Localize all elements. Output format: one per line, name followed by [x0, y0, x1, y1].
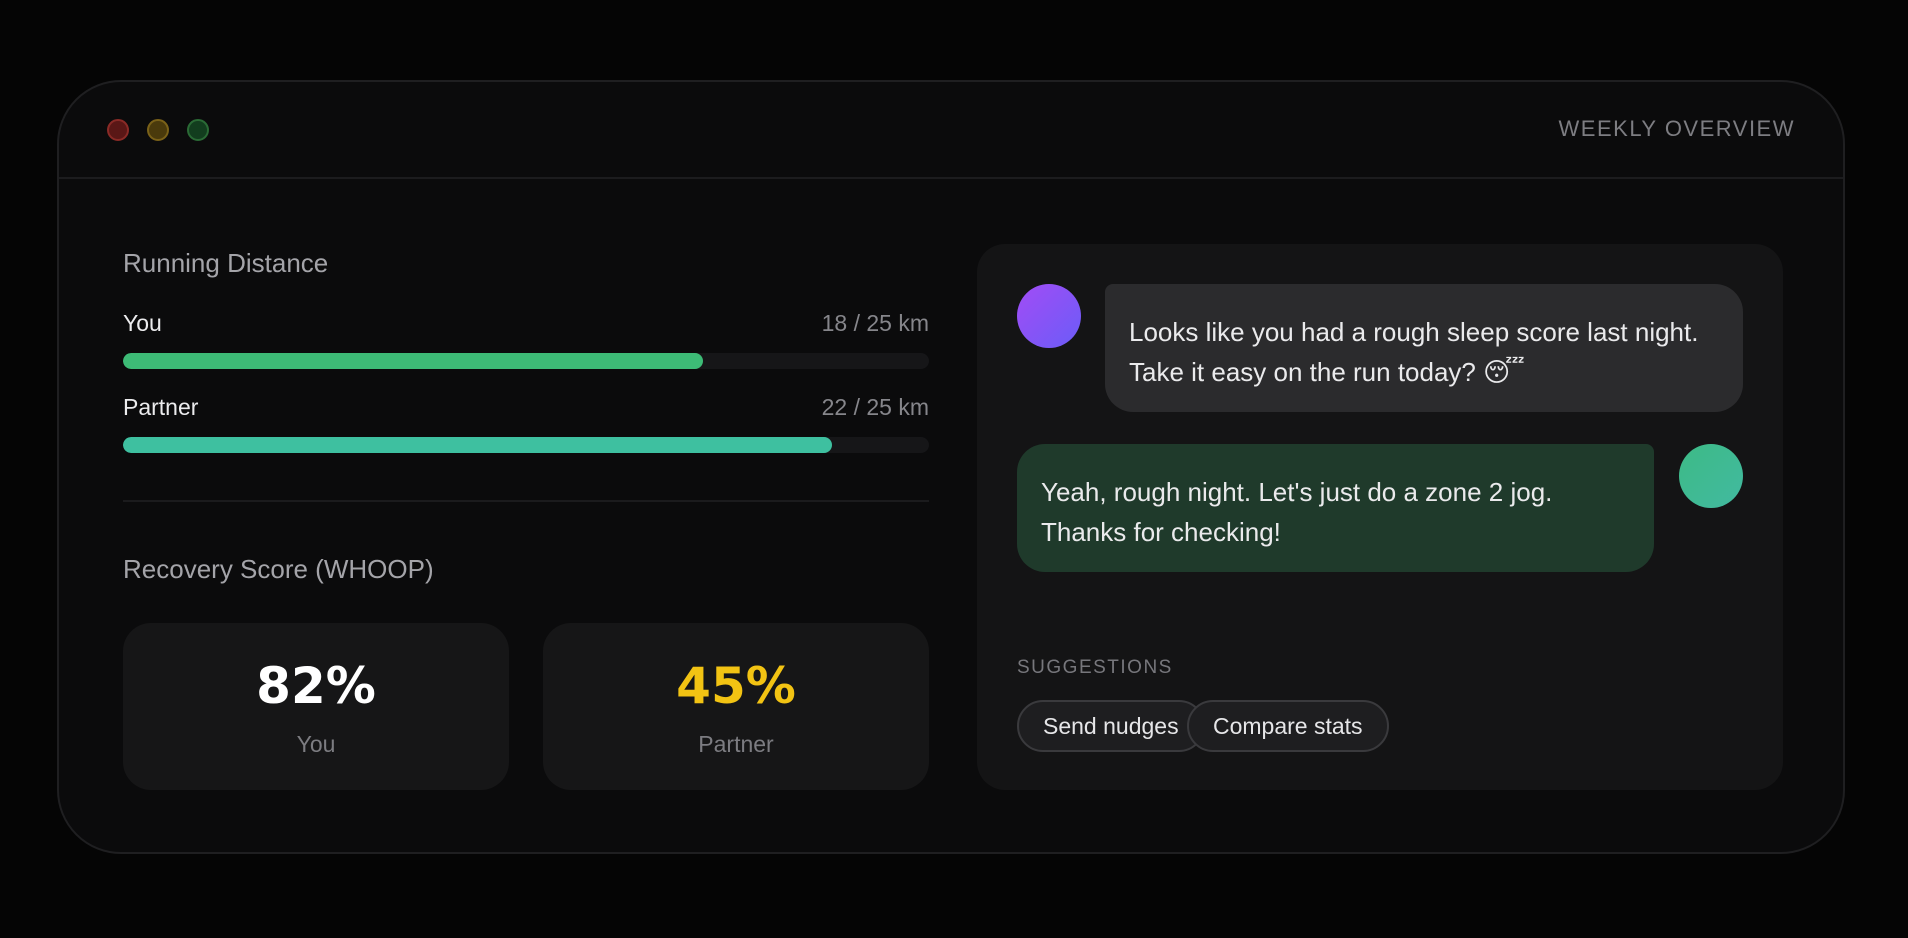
app-window: WEEKLY OVERVIEW Running Distance You 18 …: [57, 80, 1845, 854]
running-row-partner-label: Partner: [123, 394, 199, 420]
suggestions-label: SUGGESTIONS: [1017, 657, 1173, 678]
window-title: WEEKLY OVERVIEW: [1558, 116, 1795, 141]
close-window-button[interactable]: [107, 119, 129, 141]
running-progress-you-fill: [123, 353, 704, 369]
recovery-score-title: Recovery Score (WHOOP): [123, 554, 434, 584]
recovery-card-you: 82% You: [123, 623, 509, 790]
recovery-label-you: You: [296, 731, 336, 757]
coach-avatar: [1017, 284, 1081, 348]
running-row-you-label: You: [123, 310, 162, 336]
maximize-window-button[interactable]: [187, 119, 209, 141]
chat-panel: Looks like you had a rough sleep score l…: [977, 244, 1783, 790]
running-progress-partner-fill: [123, 437, 833, 453]
recovery-value-partner: 45%: [676, 657, 796, 715]
suggestion-compare-stats-button[interactable]: Compare stats: [1187, 700, 1389, 752]
message-bubble-outgoing: Yeah, rough night. Let's just do a zone …: [1017, 444, 1654, 572]
running-row-partner-value: 22 / 25 km: [821, 394, 929, 420]
minimize-window-button[interactable]: [147, 119, 169, 141]
suggestion-send-nudges-button[interactable]: Send nudges: [1017, 700, 1205, 752]
title-bar: WEEKLY OVERVIEW: [59, 82, 1843, 179]
message-bubble-incoming: Looks like you had a rough sleep score l…: [1105, 284, 1743, 412]
recovery-value-you: 82%: [256, 657, 376, 715]
running-row-you-value: 18 / 25 km: [821, 310, 929, 336]
running-progress-partner: [123, 437, 929, 453]
user-avatar: [1679, 444, 1743, 508]
recovery-label-partner: Partner: [698, 731, 774, 757]
section-divider: [123, 500, 929, 502]
running-distance-title: Running Distance: [123, 248, 329, 278]
recovery-card-partner: 45% Partner: [543, 623, 929, 790]
running-progress-you: [123, 353, 929, 369]
